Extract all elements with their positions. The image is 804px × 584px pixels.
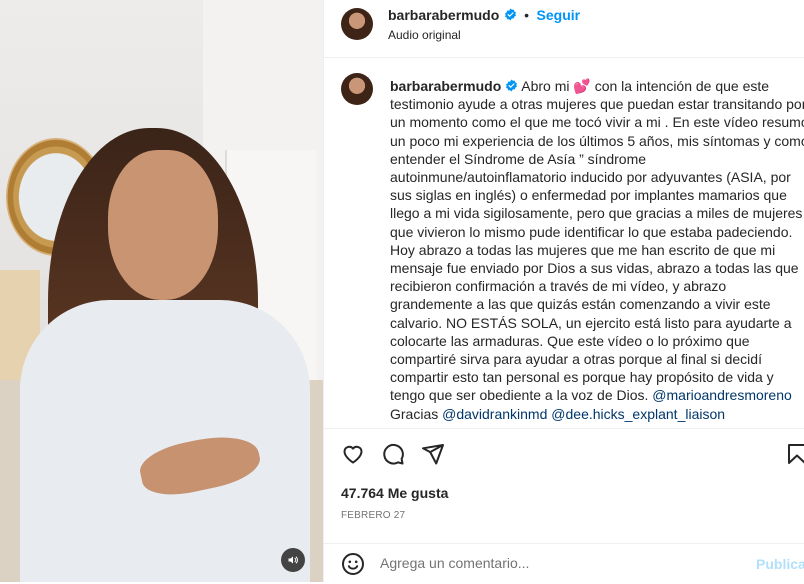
header-separator: • [524, 7, 530, 23]
verified-badge-icon [506, 79, 518, 92]
audio-original-link[interactable]: Audio original [388, 28, 461, 42]
speaker-icon [288, 556, 298, 564]
verified-badge-icon [504, 8, 516, 21]
share-button[interactable] [420, 441, 446, 467]
publish-button[interactable]: Publicar [756, 556, 804, 572]
post-header: barbarabermudo • Seguir Audio original [324, 0, 804, 58]
audio-toggle-button[interactable] [281, 548, 305, 572]
post-date: FEBRERO 27 [341, 510, 406, 521]
heart-icon [343, 445, 363, 464]
like-button[interactable] [340, 441, 366, 467]
emoji-icon [342, 553, 364, 575]
bookmark-icon [788, 444, 804, 464]
video-person-face [108, 150, 218, 300]
caption-body: con la intención de que este testimonio … [390, 78, 804, 404]
caption-username[interactable]: barbarabermudo [390, 78, 501, 94]
likes-count[interactable]: 47.764 Me gusta [341, 485, 448, 501]
mention-link[interactable]: @dee.hicks_explant_liaison [551, 406, 725, 422]
emoji-button[interactable] [340, 551, 366, 577]
video-person-sweater [20, 300, 310, 582]
caption-avatar[interactable] [341, 73, 373, 105]
header-username[interactable]: barbarabermudo [388, 7, 499, 23]
follow-button[interactable]: Seguir [537, 7, 581, 23]
avatar[interactable] [341, 8, 373, 40]
comment-icon [383, 443, 404, 465]
comment-input[interactable] [380, 555, 720, 571]
post-video[interactable] [0, 0, 323, 582]
mention-link[interactable]: @davidrankinmd [442, 406, 547, 422]
mention-link[interactable]: @marioandresmoreno [652, 387, 792, 403]
caption-thanks: Gracias [390, 405, 439, 422]
comment-button[interactable] [380, 441, 406, 467]
share-icon [422, 444, 444, 465]
comment-bar: Publicar [324, 543, 804, 584]
caption-text: barbarabermudo Abro mi 💕 con la intenció… [390, 77, 804, 423]
caption-intro: Abro mi [521, 78, 570, 94]
post-details-panel: barbarabermudo • Seguir Audio original b… [323, 0, 804, 582]
post-actions: 47.764 Me gusta FEBRERO 27 Publicar [324, 428, 804, 583]
save-button[interactable] [784, 441, 804, 467]
heart-emoji: 💕 [573, 78, 591, 94]
